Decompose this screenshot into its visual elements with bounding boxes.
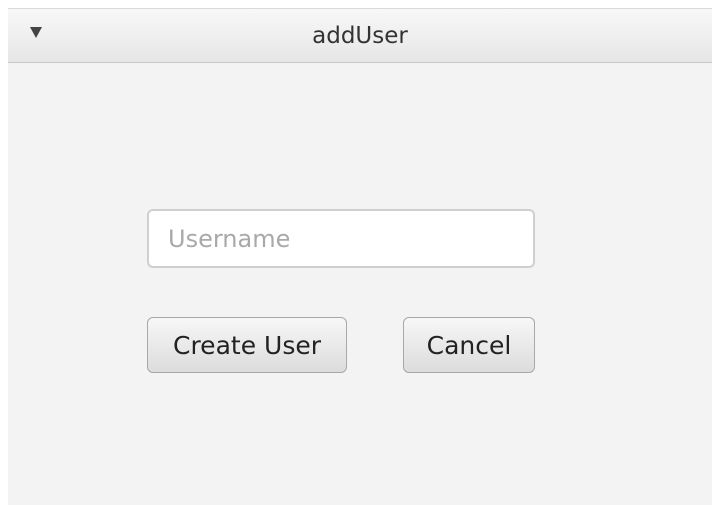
window-title: addUser	[312, 23, 408, 49]
title-bar: addUser	[8, 8, 712, 63]
add-user-window: addUser Create User Cancel	[8, 8, 712, 505]
cancel-button[interactable]: Cancel	[403, 317, 535, 373]
username-input[interactable]	[147, 209, 535, 268]
form-panel: Create User Cancel	[8, 63, 712, 505]
create-user-button[interactable]: Create User	[147, 317, 347, 373]
